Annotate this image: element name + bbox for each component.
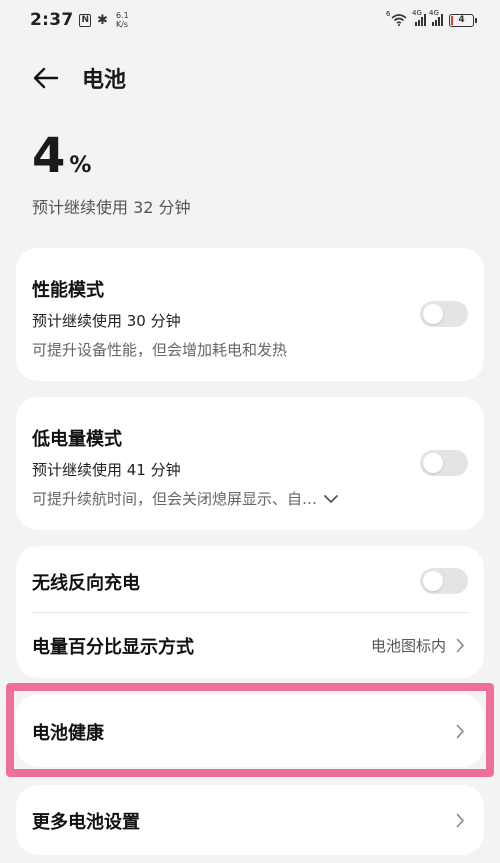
battery-status-level: 4 — [458, 15, 465, 25]
percentage-display-title: 电量百分比显示方式 — [32, 637, 194, 658]
toggle-knob — [423, 571, 443, 591]
more-battery-settings-title: 更多电池设置 — [32, 812, 140, 833]
network-speed: 6.1 K/s — [116, 11, 129, 29]
signal-sim1-icon: 4G — [412, 9, 426, 26]
reverse-charging-title: 无线反向充电 — [32, 573, 140, 594]
network-speed-unit: K/s — [115, 20, 129, 29]
percentage-display-value: 电池图标内 — [370, 637, 446, 655]
battery-level-unit: % — [69, 153, 92, 178]
power-saving-mode-title: 低电量模式 — [32, 429, 122, 450]
charging-display-card: 无线反向充电 电量百分比显示方式 电池图标内 — [16, 546, 484, 678]
power-saving-mode-card[interactable]: 低电量模式 预计继续使用 41 分钟 可提升续航时间，但会关闭熄屏显示、自… — [16, 397, 484, 530]
power-saving-mode-toggle[interactable] — [420, 450, 468, 476]
performance-mode-description: 可提升设备性能，但会增加耗电和发热 — [32, 341, 288, 359]
wifi-label: 6 — [386, 9, 391, 18]
bluetooth-icon: ✱ — [97, 12, 108, 28]
chevron-right-icon — [454, 723, 466, 739]
reverse-charging-toggle[interactable] — [420, 568, 468, 594]
arrow-left-icon[interactable] — [30, 62, 62, 94]
chevron-down-icon[interactable] — [323, 494, 339, 504]
power-saving-mode-remaining: 预计继续使用 41 分钟 — [32, 461, 181, 479]
sim1-label: 4G — [412, 9, 422, 17]
battery-status-icon: 4 — [449, 13, 477, 27]
wifi-icon: 6 — [386, 10, 409, 27]
chevron-right-icon — [454, 812, 466, 828]
status-right: 6 4G 4G 4 — [386, 9, 477, 27]
battery-health-card[interactable]: 电池健康 — [16, 694, 484, 767]
performance-mode-card[interactable]: 性能模式 预计继续使用 30 分钟 可提升设备性能，但会增加耗电和发热 — [16, 248, 484, 381]
status-bar: 2:37 N ✱ 6.1 K/s 6 4G 4G 4 — [0, 0, 500, 40]
page-title: 电池 — [82, 68, 127, 93]
more-battery-settings-card[interactable]: 更多电池设置 — [16, 785, 484, 855]
status-time: 2:37 — [30, 10, 74, 30]
performance-mode-title: 性能模式 — [32, 280, 104, 301]
sim2-label: 4G — [429, 9, 439, 17]
chevron-right-icon — [454, 637, 466, 653]
toggle-knob — [423, 304, 443, 324]
power-saving-mode-description: 可提升续航时间，但会关闭熄屏显示、自… — [32, 488, 468, 509]
power-saving-mode-description-text: 可提升续航时间，但会关闭熄屏显示、自… — [32, 490, 318, 508]
reverse-charging-row[interactable]: 无线反向充电 — [16, 546, 484, 612]
signal-sim2-icon: 4G — [429, 9, 443, 26]
battery-level: 4 % — [32, 128, 91, 184]
battery-level-value: 4 — [32, 128, 66, 184]
performance-mode-remaining: 预计继续使用 30 分钟 — [32, 312, 181, 330]
performance-mode-toggle[interactable] — [420, 301, 468, 327]
title-bar: 电池 — [30, 58, 126, 98]
percentage-display-row[interactable]: 电量百分比显示方式 电池图标内 — [16, 613, 484, 678]
network-speed-value: 6.1 — [115, 11, 129, 20]
battery-remaining-time: 预计继续使用 32 分钟 — [32, 198, 191, 217]
nfc-icon: N — [79, 13, 92, 27]
toggle-knob — [423, 453, 443, 473]
battery-health-title: 电池健康 — [32, 723, 104, 744]
status-left: 2:37 N ✱ 6.1 K/s — [30, 10, 129, 30]
